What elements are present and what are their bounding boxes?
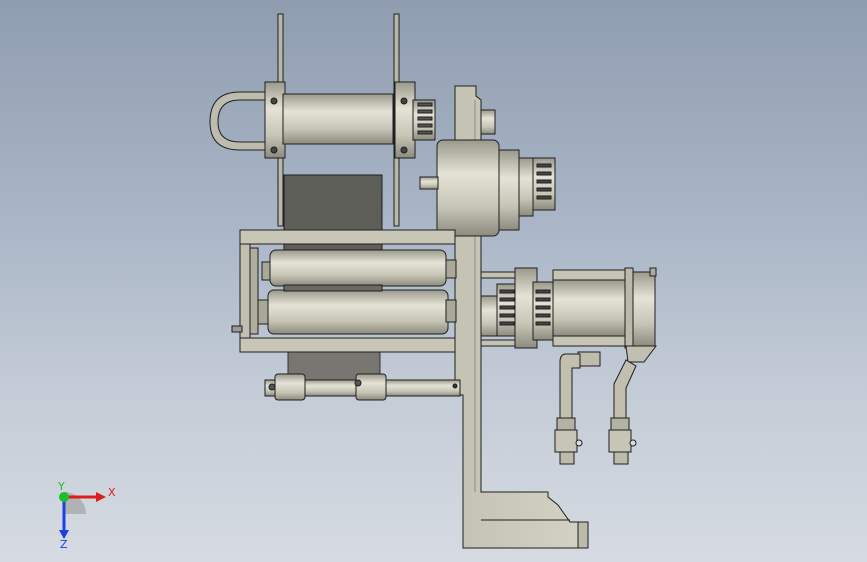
u-handle[interactable] — [209, 91, 270, 151]
x-axis-label: X — [108, 486, 116, 499]
y-axis-dot — [59, 492, 69, 502]
spool-shaft — [264, 81, 436, 159]
x-axis-arrow — [96, 492, 106, 502]
motor-cables — [554, 353, 637, 465]
cad-model[interactable] — [0, 0, 867, 562]
servo-motor — [514, 267, 657, 367]
z-axis-label: Z — [60, 538, 68, 548]
cad-viewport[interactable]: X Y Z — [0, 0, 867, 562]
rollers — [257, 249, 457, 335]
guide-rod — [264, 373, 461, 401]
upper-pulley-assembly — [419, 109, 556, 237]
coordinate-triad: X Y Z — [57, 480, 116, 548]
y-axis-label: Y — [57, 480, 65, 493]
